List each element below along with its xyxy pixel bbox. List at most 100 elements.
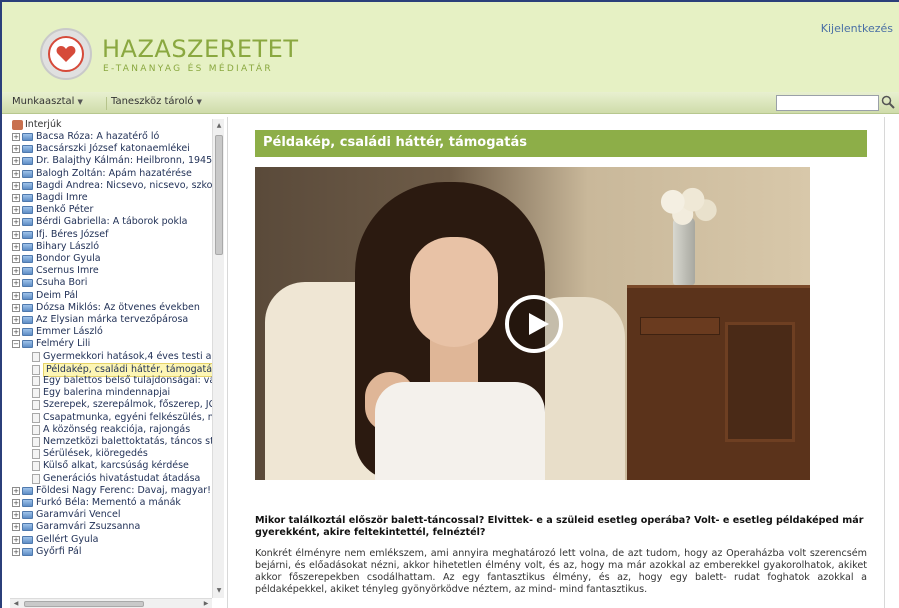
tree-item-document[interactable]: Egy balerina mindennapjai: [32, 387, 170, 399]
search-icon[interactable]: [881, 95, 895, 109]
tree-item-document[interactable]: Egy balettos belső tulajdonságai: vá: [32, 375, 215, 387]
tree-item-folder[interactable]: + Balogh Zoltán: Apám hazatérése: [12, 168, 192, 180]
expand-icon[interactable]: +: [12, 181, 20, 190]
expand-icon[interactable]: +: [12, 486, 20, 495]
tree-item-label: Gellért Gyula: [36, 533, 99, 545]
play-triangle: [529, 313, 549, 335]
brand-subtitle: E-TANANYAG ÉS MÉDIATÁR: [103, 64, 273, 74]
folder-icon: [22, 279, 33, 288]
expand-icon[interactable]: +: [12, 535, 20, 544]
tree-item-document[interactable]: Csapatmunka, egyéni felkészülés, m: [32, 412, 217, 424]
tree-item-folder[interactable]: + Bagdi Andrea: Nicsevo, nicsevo, szko: [12, 180, 213, 192]
expand-icon[interactable]: +: [12, 328, 20, 337]
play-icon[interactable]: [505, 295, 563, 353]
tree-item-folder[interactable]: + Dózsa Miklós: Az ötvenes években: [12, 302, 200, 314]
tree-item-folder[interactable]: + Dr. Balajthy Kálmán: Heilbronn, 1945: [12, 155, 212, 167]
sidebar-tree: Interjúk + Bacsa Róza: A hazatérő ló + Bacs…: [10, 117, 224, 608]
tree-item-document[interactable]: Gyermekkori hatások,4 éves testi ac: [32, 351, 217, 363]
tree-item-folder[interactable]: + Bacsa Róza: A hazatérő ló: [12, 131, 159, 143]
expand-icon[interactable]: +: [12, 303, 20, 312]
tree-item-document[interactable]: Generációs hivatástudat átadása: [32, 473, 200, 485]
video-frame-glass-door: [725, 322, 795, 442]
expand-icon[interactable]: +: [12, 218, 20, 227]
tree-item-folder[interactable]: + Bihary László: [12, 241, 99, 253]
tree-item-folder[interactable]: − Felméry Lili: [12, 338, 90, 350]
expand-icon[interactable]: +: [12, 499, 20, 507]
tree-item-folder[interactable]: + Csuha Bori: [12, 277, 87, 289]
video-frame-vase: [673, 217, 695, 285]
folder-icon: [22, 267, 33, 276]
tree-item-folder[interactable]: + Emmer László: [12, 326, 103, 338]
tree-item-document[interactable]: Sérülések, kiöregedés: [32, 448, 148, 460]
expand-icon[interactable]: +: [12, 291, 20, 300]
scroll-right-icon[interactable]: ▶: [202, 599, 210, 608]
video-player[interactable]: [255, 167, 810, 480]
expand-icon[interactable]: +: [12, 511, 20, 520]
document-icon: [32, 473, 40, 484]
tree-item-label: Dr. Balajthy Kálmán: Heilbronn, 1945: [36, 155, 213, 167]
expand-icon[interactable]: +: [12, 547, 20, 556]
toolbar: Munkaasztal ▼ Taneszköz tároló ▼: [2, 92, 899, 114]
panel-divider: [884, 117, 885, 608]
logout-link[interactable]: Kijelentkezés: [821, 22, 893, 35]
tree-item-label: Sérülések, kiöregedés: [43, 448, 148, 460]
expand-icon[interactable]: +: [12, 316, 20, 324]
tree-item-label: Bagdi Imre: [36, 192, 88, 203]
tree-item-label: Nemzetközi balettoktatás, táncos st: [43, 436, 214, 447]
sidebar-vertical-scrollbar[interactable]: ▲ ▼: [212, 119, 224, 598]
scrollbar-thumb[interactable]: [215, 135, 223, 255]
tree-item-folder[interactable]: + Bagdi Imre: [12, 192, 88, 204]
tree-item-folder[interactable]: + Ifj. Béres József: [12, 229, 108, 241]
expand-icon[interactable]: +: [12, 169, 20, 178]
tree-item-document[interactable]: A közönség reakciója, rajongás: [32, 424, 190, 436]
tree-item-folder[interactable]: + Garamvári Vencel: [12, 509, 121, 521]
expand-icon[interactable]: +: [12, 157, 20, 166]
expand-icon[interactable]: +: [12, 523, 20, 532]
folder-icon: [22, 242, 33, 251]
tree-item-folder[interactable]: + Benkő Péter: [12, 204, 93, 216]
expand-icon[interactable]: +: [12, 242, 20, 251]
tree-item-document[interactable]: Példakép, családi háttér, támogatá: [32, 362, 216, 377]
sidebar-horizontal-scrollbar[interactable]: ◀ ▶: [10, 598, 212, 608]
expand-icon[interactable]: +: [12, 145, 20, 154]
tree-item-label: Bihary László: [36, 240, 100, 252]
expand-icon[interactable]: +: [12, 230, 20, 239]
expand-icon[interactable]: +: [12, 194, 20, 202]
scroll-down-icon[interactable]: ▼: [215, 587, 223, 595]
expand-icon[interactable]: +: [12, 279, 20, 288]
brand-title[interactable]: HAZASZERETET: [102, 35, 299, 63]
tree-item-folder[interactable]: + Furkó Béla: Mementó a mánák: [12, 497, 181, 509]
scroll-up-icon[interactable]: ▲: [215, 122, 223, 130]
tree-item-folder[interactable]: + Földesi Nagy Ferenc: Davaj, magyar!: [12, 485, 211, 497]
tree-item-document[interactable]: Külső alkat, karcsúság kérdése: [32, 460, 189, 472]
tree-item-folder[interactable]: + Deim Pál: [12, 290, 78, 302]
scrollbar-thumb[interactable]: [24, 601, 144, 607]
menu-taneszkoz-tarolo[interactable]: Taneszköz tároló ▼: [111, 96, 202, 107]
tree-root-interjuk[interactable]: Interjúk: [12, 119, 61, 131]
tree-item-document[interactable]: Szerepek, szerepálmok, főszerep, JC: [32, 399, 215, 411]
tree-item-folder[interactable]: + Győrfi Pál: [12, 546, 81, 558]
tree-item-folder[interactable]: + Az Elysian márka tervezőpárosa: [12, 314, 188, 326]
expand-icon[interactable]: +: [12, 255, 20, 263]
document-icon: [32, 400, 40, 411]
tree-item-folder[interactable]: + Csernus Imre: [12, 265, 99, 277]
tree-item-folder[interactable]: + Bondor Gyula: [12, 253, 101, 265]
tree-item-folder[interactable]: + Bacsárszki József katonaemlékei: [12, 143, 190, 155]
tree-item-label: Földesi Nagy Ferenc: Davaj, magyar!: [36, 484, 211, 496]
tree-item-folder[interactable]: + Gellért Gyula: [12, 534, 98, 546]
search-input[interactable]: [776, 95, 879, 111]
expand-icon[interactable]: +: [12, 206, 20, 215]
logo-heart-icon[interactable]: [40, 28, 92, 80]
menu-munkaasztal[interactable]: Munkaasztal ▼: [12, 96, 83, 107]
expand-icon[interactable]: +: [12, 267, 20, 276]
scroll-left-icon[interactable]: ◀: [12, 599, 20, 608]
tree-item-folder[interactable]: + Garamvári Zsuzsanna: [12, 521, 140, 533]
video-frame-flowers: [653, 185, 719, 227]
tree-item-document[interactable]: Nemzetközi balettoktatás, táncos st: [32, 436, 214, 448]
tree-item-label: Egy balettos belső tulajdonságai: vá: [43, 375, 216, 386]
site-header: Kijelentkezés HAZASZERETET E-TANANYAG ÉS…: [2, 2, 899, 92]
tree-item-folder[interactable]: + Bérdi Gabriella: A táborok pokla: [12, 216, 187, 228]
collapse-icon[interactable]: −: [12, 340, 20, 349]
expand-icon[interactable]: +: [12, 133, 20, 141]
tree-item-label: Szerepek, szerepálmok, főszerep, JC: [43, 399, 216, 411]
